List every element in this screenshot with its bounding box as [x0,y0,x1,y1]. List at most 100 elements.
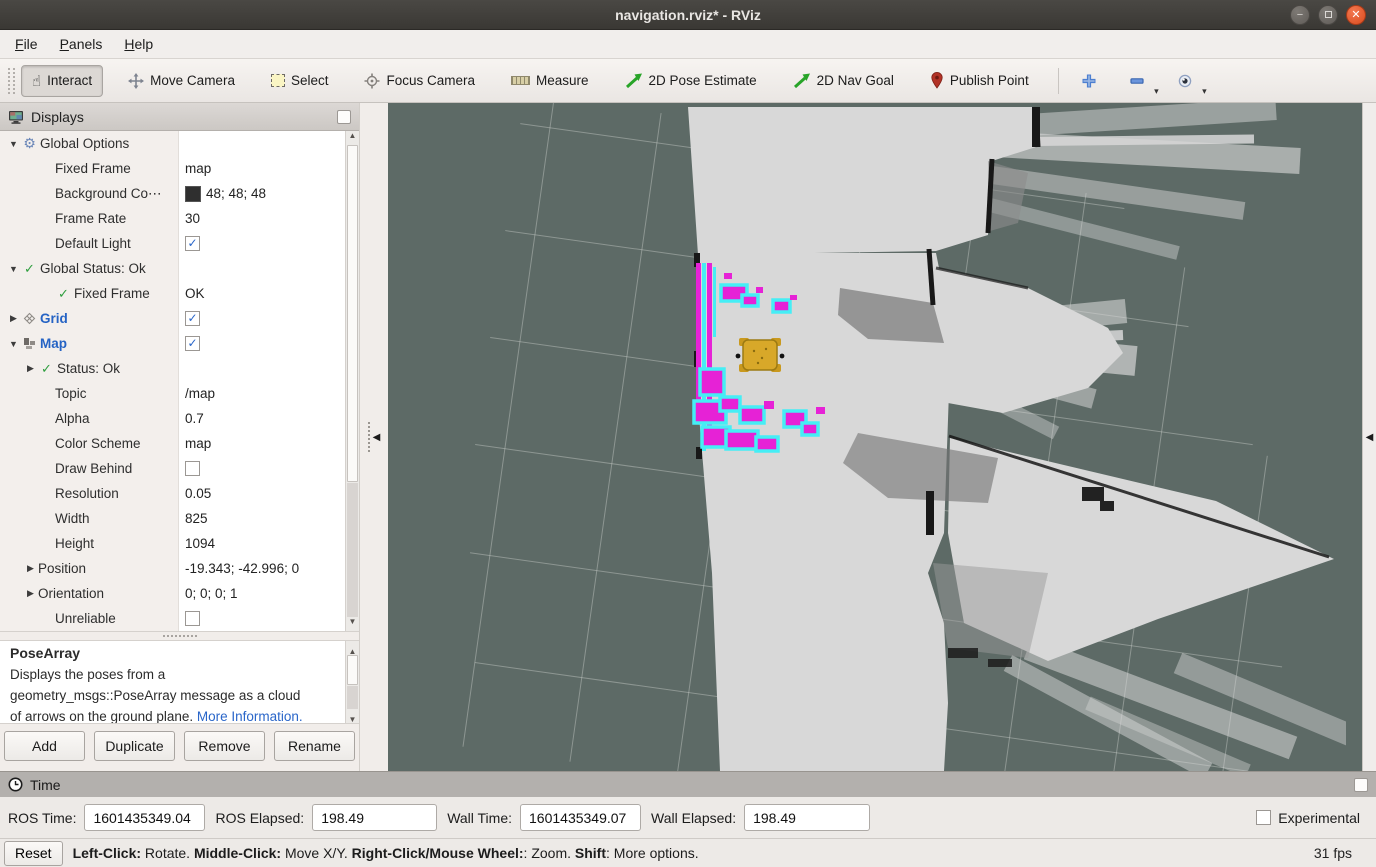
panel-float-button[interactable] [1354,778,1368,792]
collapse-left-icon[interactable]: ◀ [1366,432,1374,443]
menu-item-panels[interactable]: Panels [49,32,114,56]
description-line: Displays the poses from a [10,664,337,685]
property-value[interactable]: OK [185,286,205,301]
display-row[interactable]: Background Co⋯48; 48; 48 [0,181,345,206]
display-row[interactable]: Fixed Framemap [0,156,345,181]
display-row[interactable]: Draw Behind [0,456,345,481]
tool-2d-pose-estimate[interactable]: 2D Pose Estimate [614,66,768,96]
property-value[interactable]: /map [185,386,215,401]
close-button[interactable]: ✕ [1346,5,1366,25]
add-button[interactable]: Add [4,731,85,761]
checkbox[interactable] [185,461,200,476]
description-scrollbar[interactable]: ▲ ▼ [345,641,359,723]
scrollbar-thumb[interactable] [347,145,358,482]
scrollbar-thumb[interactable] [347,655,358,685]
tool-properties-button[interactable]: ▾ [1169,69,1201,93]
duplicate-button[interactable]: Duplicate [94,731,175,761]
tree-scrollbar[interactable]: ▲ ▼ [345,131,359,631]
display-row[interactable]: Default Light✓ [0,231,345,256]
expander-icon[interactable]: ▼ [6,139,21,149]
scroll-up-icon[interactable]: ▲ [346,641,359,655]
ros-time-input[interactable] [84,804,205,831]
scroll-down-icon[interactable]: ▼ [346,617,359,631]
more-information-link[interactable]: More Information. [197,709,303,724]
display-row[interactable]: ▼⚙Global Options [0,131,345,156]
add-tool-button[interactable] [1073,69,1105,93]
splitter-handle[interactable] [368,422,370,452]
expander-icon[interactable]: ▼ [6,339,21,349]
display-row[interactable]: Topic/map [0,381,345,406]
expander-icon[interactable]: ▶ [23,588,38,599]
reset-button[interactable]: Reset [4,841,63,866]
panel-horizontal-splitter[interactable] [0,632,359,640]
display-row[interactable]: ▼Map✓ [0,331,345,356]
scroll-down-icon[interactable]: ▼ [346,709,359,723]
display-row[interactable]: Height1094 [0,531,345,556]
tool-2d-nav-goal[interactable]: 2D Nav Goal [782,66,905,96]
property-value[interactable]: 825 [185,511,208,526]
maximize-button[interactable] [1318,5,1338,25]
wall-elapsed-input[interactable] [744,804,870,831]
toolbar-drag-handle[interactable] [8,68,15,94]
property-value[interactable]: -19.343; -42.996; 0 [185,561,299,576]
property-value[interactable]: 0; 0; 0; 1 [185,586,238,601]
3d-viewport[interactable] [388,103,1346,771]
expander-icon[interactable]: ▶ [6,313,21,324]
menu-item-file[interactable]: File [4,32,49,56]
scroll-up-icon[interactable]: ▲ [346,131,359,145]
property-value[interactable]: map [185,161,211,176]
display-row[interactable]: Unreliable [0,606,345,631]
panel-vertical-splitter[interactable]: ◀ [360,103,388,771]
tool-publish-point[interactable]: Publish Point [919,65,1040,96]
display-row[interactable]: Frame Rate30 [0,206,345,231]
display-row[interactable]: ▶✓Status: Ok [0,356,345,381]
tool-move-camera[interactable]: Move Camera [117,66,246,96]
expander-icon[interactable]: ▼ [6,264,21,274]
expander-icon[interactable]: ▶ [23,363,38,374]
ros-elapsed-input[interactable] [312,804,437,831]
help-segment: Rotate. [141,845,194,861]
checkbox[interactable] [185,611,200,626]
display-row[interactable]: Resolution0.05 [0,481,345,506]
property-value[interactable]: 1094 [185,536,215,551]
tool-measure[interactable]: Measure [500,66,600,95]
remove-button[interactable]: Remove [184,731,265,761]
display-row[interactable]: ✓Fixed FrameOK [0,281,345,306]
display-row[interactable]: Color Schememap [0,431,345,456]
minimize-button[interactable]: − [1290,5,1310,25]
display-row[interactable]: ▼✓Global Status: Ok [0,256,345,281]
tool-interact[interactable]: ☝ Interact [21,65,103,97]
display-row[interactable]: Alpha0.7 [0,406,345,431]
rename-button[interactable]: Rename [274,731,355,761]
tool-focus-camera[interactable]: Focus Camera [353,66,486,96]
display-row[interactable]: ▶Orientation0; 0; 0; 1 [0,581,345,606]
chevron-down-icon[interactable]: ▾ [1154,86,1159,97]
display-row[interactable]: ▶Position-19.343; -42.996; 0 [0,556,345,581]
scrollbar-track[interactable] [347,483,358,617]
property-value[interactable]: 0.05 [185,486,211,501]
display-row[interactable]: Width825 [0,506,345,531]
property-value[interactable]: 0.7 [185,411,204,426]
collapse-left-icon[interactable]: ◀ [373,432,381,443]
remove-tool-button[interactable]: ▾ [1121,69,1153,93]
titlebar[interactable]: navigation.rviz* - RViz − ✕ [0,0,1376,30]
checkbox[interactable]: ✓ [185,336,200,351]
menu-item-help[interactable]: Help [113,32,164,56]
expander-icon[interactable]: ▶ [23,563,38,574]
scrollbar-track[interactable] [347,686,358,709]
panel-float-button[interactable] [337,110,351,124]
wall-time-input[interactable] [520,804,641,831]
tool-select[interactable]: Select [260,66,340,95]
checkbox[interactable]: ✓ [185,236,200,251]
property-value[interactable]: 48; 48; 48 [206,186,266,201]
checkbox[interactable]: ✓ [185,311,200,326]
display-row[interactable]: ▶Grid✓ [0,306,345,331]
displays-panel-header[interactable]: Displays [0,103,359,131]
time-panel-header[interactable]: Time [0,771,1376,797]
property-value[interactable]: 30 [185,211,200,226]
color-swatch[interactable] [185,186,201,202]
experimental-checkbox[interactable] [1256,810,1271,825]
property-value[interactable]: map [185,436,211,451]
chevron-down-icon[interactable]: ▾ [1202,86,1207,97]
right-panel-collapsed-strip[interactable]: ◀ [1362,103,1376,771]
